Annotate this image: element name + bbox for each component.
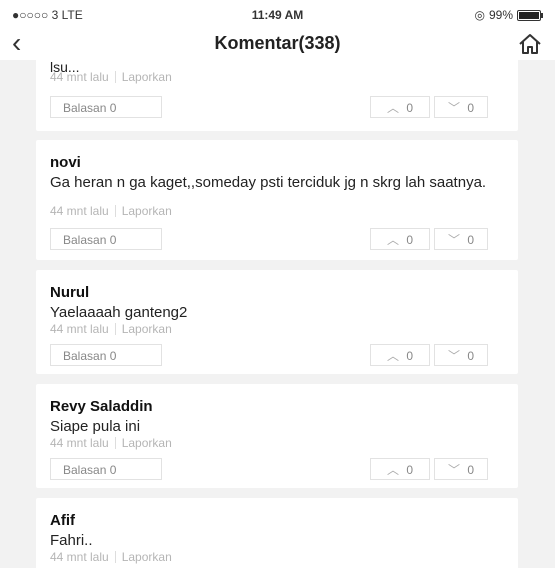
page-title: Komentar(338) bbox=[214, 33, 341, 53]
comment-meta: 44 mnt lalu Laporkan bbox=[50, 322, 172, 336]
reply-button[interactable]: Balasan 0 bbox=[50, 458, 162, 480]
comment-time: 44 mnt lalu bbox=[50, 436, 109, 450]
downvote-button[interactable]: ﹀ 0 bbox=[434, 228, 488, 250]
alarm-icon: ◎ bbox=[474, 8, 485, 22]
reply-count: 0 bbox=[109, 463, 117, 477]
battery-status: ◎ 99% bbox=[474, 8, 543, 22]
comment-card: novi Ga heran n ga kaget,,someday psti t… bbox=[36, 140, 518, 260]
upvote-count: 0 bbox=[406, 233, 414, 247]
battery-percent: 99% bbox=[488, 8, 513, 22]
upvote-button[interactable]: ︿ 0 bbox=[370, 96, 430, 118]
chevron-up-icon: ︿ bbox=[386, 463, 399, 477]
downvote-count: 0 bbox=[467, 101, 475, 115]
downvote-button[interactable]: ﹀ 0 bbox=[434, 96, 488, 118]
status-time: 11:49 AM bbox=[251, 8, 304, 22]
reply-count: 0 bbox=[109, 101, 117, 115]
comment-card: Nurul Yaelaaaah ganteng2 44 mnt lalu Lap… bbox=[36, 270, 518, 374]
comment-time: 44 mnt lalu bbox=[50, 204, 109, 218]
meta-divider bbox=[114, 551, 116, 563]
downvote-button[interactable]: ﹀ 0 bbox=[434, 344, 488, 366]
comment-text: Fahri.. bbox=[50, 532, 93, 549]
comment-meta: 44 mnt lalu Laporkan bbox=[50, 436, 172, 450]
report-link[interactable]: Laporkan bbox=[122, 70, 172, 84]
chevron-down-icon: ﹀ bbox=[447, 233, 460, 247]
downvote-button[interactable]: ﹀ 0 bbox=[434, 458, 488, 480]
upvote-count: 0 bbox=[406, 101, 414, 115]
nav-bar: ‹ Komentar(338) bbox=[0, 28, 555, 60]
reply-count: 0 bbox=[109, 349, 117, 363]
comment-text: Yaelaaaah ganteng2 bbox=[50, 304, 188, 321]
meta-divider bbox=[114, 323, 116, 335]
meta-divider bbox=[114, 71, 116, 83]
reply-count: 0 bbox=[109, 233, 117, 247]
comment-author: novi bbox=[50, 154, 81, 171]
reply-label: Balasan bbox=[63, 101, 107, 115]
comment-author: Nurul bbox=[50, 284, 90, 301]
comment-card: lsu... 44 mnt lalu Laporkan Balasan 0 ︿ … bbox=[36, 60, 518, 131]
downvote-count: 0 bbox=[467, 349, 475, 363]
comment-author: Revy Saladdin bbox=[50, 398, 153, 415]
downvote-count: 0 bbox=[467, 233, 475, 247]
comment-text: Ga heran n ga kaget,,someday psti tercid… bbox=[50, 174, 487, 191]
comment-text: Siape pula ini bbox=[50, 418, 141, 435]
comment-time: 44 mnt lalu bbox=[50, 322, 109, 336]
battery-fill bbox=[519, 11, 539, 19]
reply-label: Balasan bbox=[63, 463, 107, 477]
home-icon[interactable] bbox=[517, 32, 543, 56]
meta-divider bbox=[114, 205, 116, 217]
comment-meta: 44 mnt lalu Laporkan bbox=[50, 550, 172, 564]
reply-label: Balasan bbox=[63, 349, 107, 363]
upvote-count: 0 bbox=[406, 349, 414, 363]
comment-author: Afif bbox=[50, 512, 75, 529]
chevron-up-icon: ︿ bbox=[386, 101, 399, 115]
downvote-count: 0 bbox=[467, 463, 475, 477]
upvote-count: 0 bbox=[406, 463, 414, 477]
comment-card: Afif Fahri.. 44 mnt lalu Laporkan bbox=[36, 498, 518, 568]
chevron-down-icon: ﹀ bbox=[447, 349, 460, 363]
comment-meta: 44 mnt lalu Laporkan bbox=[50, 204, 172, 218]
upvote-button[interactable]: ︿ 0 bbox=[370, 344, 430, 366]
chevron-up-icon: ︿ bbox=[386, 233, 399, 247]
upvote-button[interactable]: ︿ 0 bbox=[370, 228, 430, 250]
battery-icon bbox=[517, 9, 543, 21]
chevron-down-icon: ﹀ bbox=[447, 463, 460, 477]
meta-divider bbox=[114, 437, 116, 449]
comment-list[interactable]: lsu... 44 mnt lalu Laporkan Balasan 0 ︿ … bbox=[0, 60, 555, 568]
comment-card: Revy Saladdin Siape pula ini 44 mnt lalu… bbox=[36, 384, 518, 488]
report-link[interactable]: Laporkan bbox=[122, 550, 172, 564]
reply-button[interactable]: Balasan 0 bbox=[50, 344, 162, 366]
chevron-down-icon: ﹀ bbox=[447, 101, 460, 115]
report-link[interactable]: Laporkan bbox=[122, 322, 172, 336]
comment-time: 44 mnt lalu bbox=[50, 70, 109, 84]
upvote-button[interactable]: ︿ 0 bbox=[370, 458, 430, 480]
status-bar: ●○○○○ 3 LTE 11:49 AM ◎ 99% bbox=[0, 0, 555, 28]
report-link[interactable]: Laporkan bbox=[122, 436, 172, 450]
report-link[interactable]: Laporkan bbox=[122, 204, 172, 218]
chevron-up-icon: ︿ bbox=[386, 349, 399, 363]
comment-time: 44 mnt lalu bbox=[50, 550, 109, 564]
reply-label: Balasan bbox=[63, 233, 107, 247]
reply-button[interactable]: Balasan 0 bbox=[50, 228, 162, 250]
comment-meta: 44 mnt lalu Laporkan bbox=[50, 70, 172, 84]
reply-button[interactable]: Balasan 0 bbox=[50, 96, 162, 118]
